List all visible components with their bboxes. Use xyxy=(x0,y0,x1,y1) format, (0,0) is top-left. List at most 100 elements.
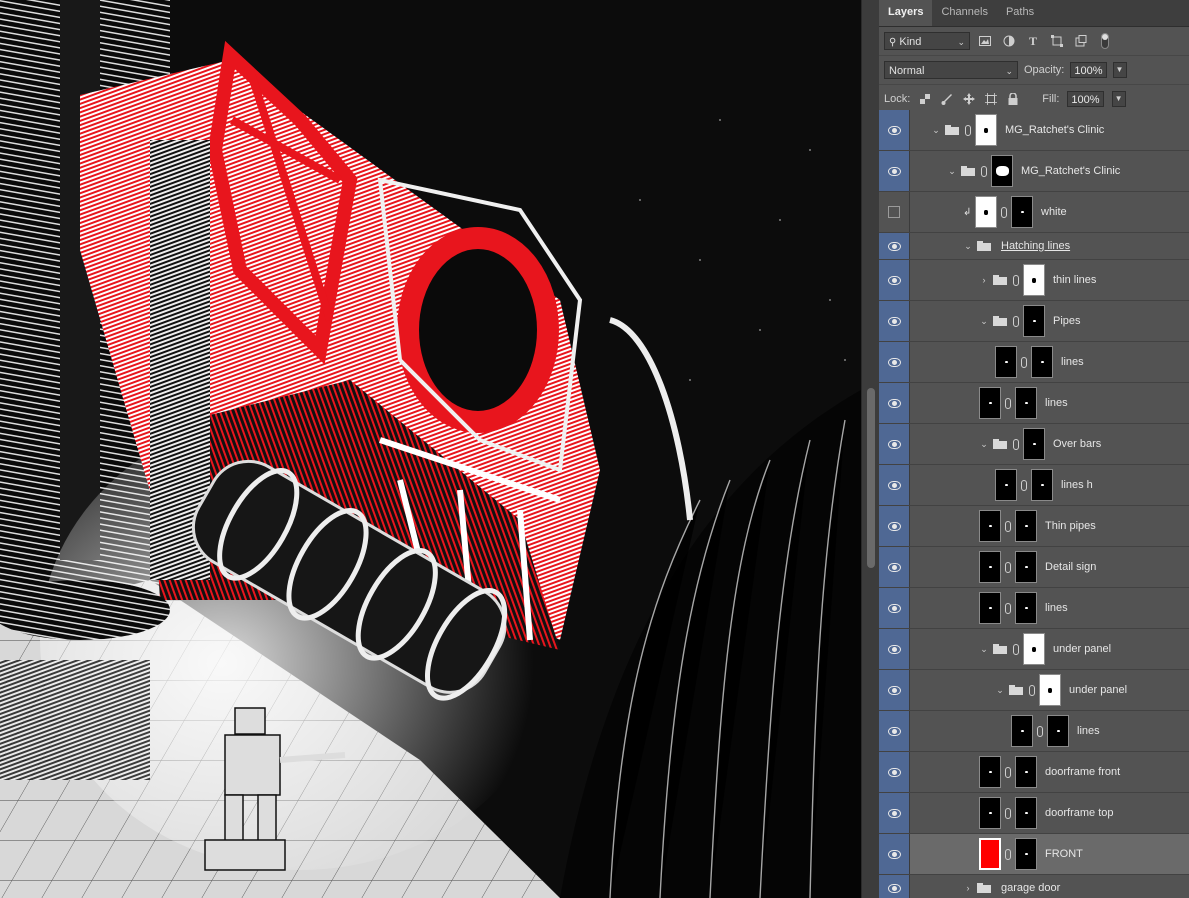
eye-icon[interactable] xyxy=(887,686,901,695)
link-icon[interactable] xyxy=(1013,315,1019,327)
layer-row[interactable]: lines xyxy=(879,342,1189,383)
link-icon[interactable] xyxy=(981,165,987,177)
layer-group-row[interactable]: ⌄ MG_Ratchet's Clinic xyxy=(879,110,1189,151)
visibility-toggle[interactable] xyxy=(879,301,910,341)
visibility-toggle[interactable] xyxy=(879,465,910,505)
visibility-toggle[interactable] xyxy=(879,383,910,423)
adjustment-filter-icon[interactable] xyxy=(1000,32,1018,50)
chevron-down-icon[interactable]: ⌄ xyxy=(979,644,989,655)
eye-icon[interactable] xyxy=(887,563,901,572)
layer-thumbnail[interactable] xyxy=(975,196,997,228)
layer-mask-thumbnail[interactable] xyxy=(1011,196,1033,228)
layer-row[interactable]: lines xyxy=(879,588,1189,629)
link-icon[interactable] xyxy=(1005,561,1011,573)
layer-row[interactable]: doorframe front xyxy=(879,752,1189,793)
opacity-input[interactable]: 100% xyxy=(1070,62,1107,78)
chevron-down-icon[interactable]: ⌄ xyxy=(947,166,957,177)
eye-icon[interactable] xyxy=(887,645,901,654)
eye-icon[interactable] xyxy=(887,727,901,736)
tab-layers[interactable]: Layers xyxy=(879,0,933,26)
link-icon[interactable] xyxy=(1005,602,1011,614)
visibility-toggle[interactable] xyxy=(879,506,910,546)
eye-icon[interactable] xyxy=(887,358,901,367)
layer-thumbnail[interactable] xyxy=(995,346,1017,378)
visibility-toggle[interactable] xyxy=(879,834,910,874)
canvas-scrollbar[interactable] xyxy=(861,0,880,898)
smart-object-filter-icon[interactable] xyxy=(1072,32,1090,50)
layer-row[interactable]: doorframe top xyxy=(879,793,1189,834)
link-icon[interactable] xyxy=(1029,684,1035,696)
tab-channels[interactable]: Channels xyxy=(932,0,996,26)
layer-mask-thumbnail[interactable] xyxy=(1015,838,1037,870)
link-icon[interactable] xyxy=(1013,438,1019,450)
layer-row[interactable]: lines h xyxy=(879,465,1189,506)
link-icon[interactable] xyxy=(1005,397,1011,409)
visibility-toggle[interactable] xyxy=(879,670,910,710)
visibility-toggle[interactable] xyxy=(879,875,910,898)
layer-mask-thumbnail[interactable] xyxy=(991,155,1013,187)
chevron-right-icon[interactable]: › xyxy=(963,883,973,893)
link-icon[interactable] xyxy=(1037,725,1043,737)
layer-row[interactable]: Thin pipes xyxy=(879,506,1189,547)
eye-icon[interactable] xyxy=(887,440,901,449)
chevron-down-icon[interactable]: ⌄ xyxy=(995,685,1005,696)
layer-list[interactable]: ⌄ MG_Ratchet's Clinic ⌄ MG_Ratchet's Clinic… xyxy=(879,110,1189,898)
chevron-down-icon[interactable]: ⌄ xyxy=(963,241,973,252)
visibility-toggle[interactable] xyxy=(879,793,910,833)
opacity-dropdown-button[interactable]: ▼ xyxy=(1112,62,1127,78)
fill-input[interactable]: 100% xyxy=(1067,91,1104,107)
layer-row[interactable]: lines xyxy=(879,383,1189,424)
layer-group-row[interactable]: ⌄ Hatching lines xyxy=(879,233,1189,260)
visibility-toggle[interactable] xyxy=(879,110,910,150)
chevron-right-icon[interactable]: › xyxy=(979,275,989,285)
layer-row[interactable]: FRONT xyxy=(879,834,1189,875)
layer-mask-thumbnail[interactable] xyxy=(1039,674,1061,706)
layer-thumbnail[interactable] xyxy=(995,469,1017,501)
link-icon[interactable] xyxy=(1005,766,1011,778)
layer-thumbnail[interactable] xyxy=(979,551,1001,583)
layer-thumbnail[interactable] xyxy=(1011,715,1033,747)
visibility-toggle[interactable] xyxy=(879,424,910,464)
chevron-down-icon[interactable]: ⌄ xyxy=(979,316,989,327)
layer-row[interactable]: Detail sign xyxy=(879,547,1189,588)
type-filter-icon[interactable]: T xyxy=(1024,32,1042,50)
layer-thumbnail[interactable] xyxy=(979,592,1001,624)
visibility-toggle[interactable] xyxy=(879,547,910,587)
layer-mask-thumbnail[interactable] xyxy=(1015,756,1037,788)
eye-icon[interactable] xyxy=(887,481,901,490)
layer-group-row[interactable]: ⌄ under panel xyxy=(879,670,1189,711)
visibility-toggle[interactable] xyxy=(879,260,910,300)
layer-row[interactable]: ↲ white xyxy=(879,192,1189,233)
link-icon[interactable] xyxy=(965,124,971,136)
visibility-toggle[interactable] xyxy=(879,192,910,232)
link-icon[interactable] xyxy=(1005,848,1011,860)
eye-icon[interactable] xyxy=(887,317,901,326)
layer-thumbnail[interactable] xyxy=(979,838,1001,870)
eye-icon[interactable] xyxy=(887,768,901,777)
filter-toggle-icon[interactable] xyxy=(1096,32,1114,50)
layer-group-row[interactable]: › thin lines xyxy=(879,260,1189,301)
layer-thumbnail[interactable] xyxy=(979,387,1001,419)
visibility-toggle[interactable] xyxy=(879,711,910,751)
fill-dropdown-button[interactable]: ▼ xyxy=(1111,91,1126,107)
blend-mode-select[interactable]: Normal ⌄ xyxy=(884,61,1018,79)
image-filter-icon[interactable] xyxy=(976,32,994,50)
lock-all-icon[interactable] xyxy=(1006,90,1020,108)
lock-artboard-icon[interactable] xyxy=(984,90,998,108)
layer-group-row[interactable]: ⌄ Pipes xyxy=(879,301,1189,342)
link-icon[interactable] xyxy=(1013,643,1019,655)
eye-icon[interactable] xyxy=(887,126,901,135)
layer-group-row[interactable]: ⌄ Over bars xyxy=(879,424,1189,465)
shape-filter-icon[interactable] xyxy=(1048,32,1066,50)
chevron-down-icon[interactable]: ⌄ xyxy=(931,125,941,136)
canvas-scrollbar-thumb[interactable] xyxy=(867,388,875,568)
layer-mask-thumbnail[interactable] xyxy=(1015,387,1037,419)
lock-paint-icon[interactable] xyxy=(940,90,954,108)
layer-mask-thumbnail[interactable] xyxy=(1031,346,1053,378)
tab-paths[interactable]: Paths xyxy=(997,0,1043,26)
link-icon[interactable] xyxy=(1005,520,1011,532)
layer-group-row[interactable]: › garage door xyxy=(879,875,1189,898)
visibility-toggle[interactable] xyxy=(879,151,910,191)
link-icon[interactable] xyxy=(1021,479,1027,491)
visibility-off-box[interactable] xyxy=(888,206,900,218)
